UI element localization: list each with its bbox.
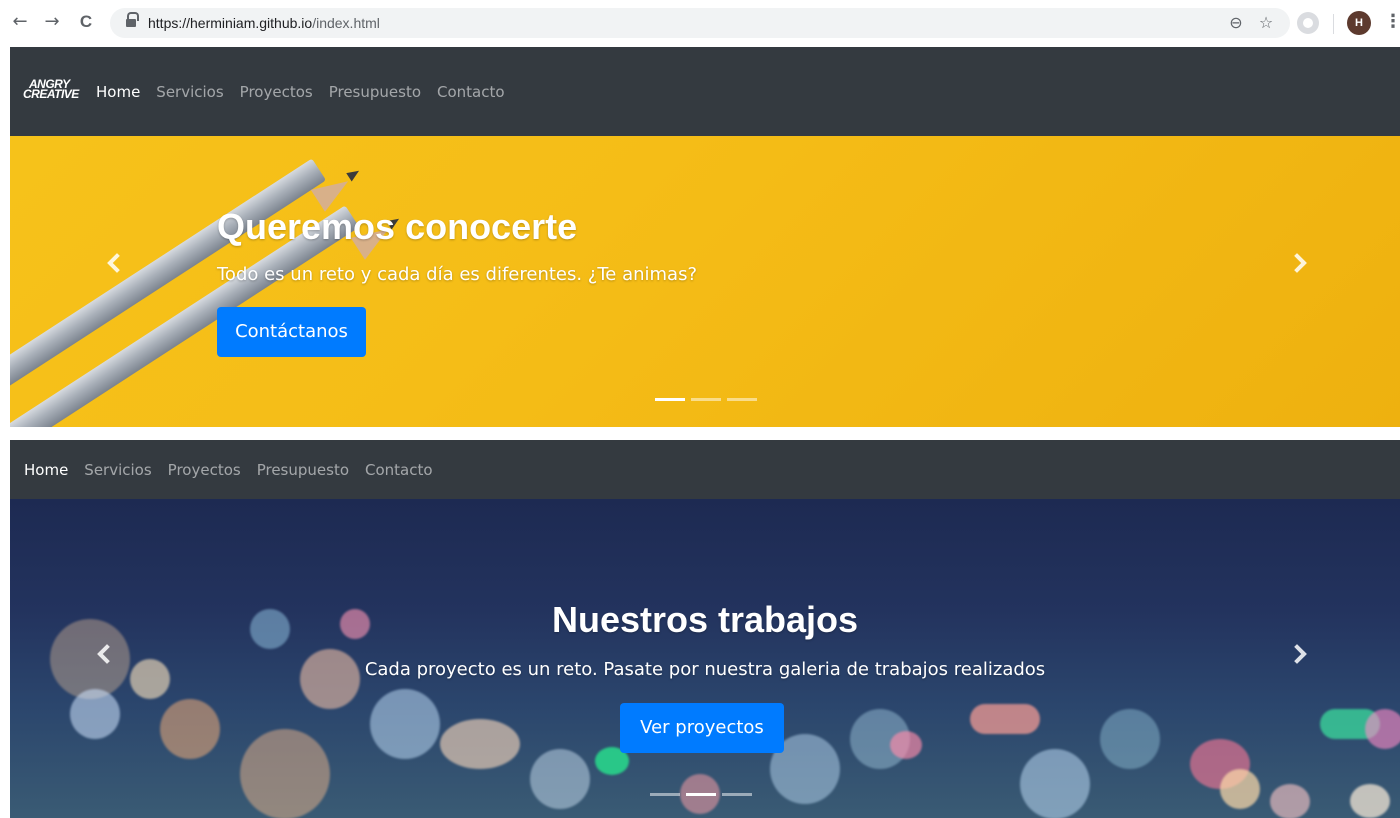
- secondary-navbar: Home Servicios Proyectos Presupuesto Con…: [10, 440, 1400, 499]
- hero-carousel-projects: Nuestros trabajos Cada proyecto es un re…: [10, 499, 1400, 818]
- section-divider: [10, 427, 1400, 440]
- profile-avatar[interactable]: H: [1347, 11, 1371, 35]
- hero-carousel-contact: Queremos conocerte Todo es un reto y cad…: [10, 136, 1400, 427]
- lock-icon: [126, 12, 139, 28]
- nav2-presupuesto[interactable]: Presupuesto: [257, 461, 349, 479]
- reload-icon[interactable]: C: [74, 10, 98, 34]
- address-bar[interactable]: https://herminiam.github.io/index.html ⊖…: [110, 8, 1290, 38]
- carousel-prev-icon[interactable]: [107, 253, 127, 273]
- nav-contacto[interactable]: Contacto: [437, 83, 505, 101]
- carousel-indicators: [655, 398, 757, 401]
- back-arrow-icon[interactable]: ←: [8, 10, 32, 34]
- angry-creative-logo[interactable]: ANGRY CREATIVE: [23, 78, 91, 105]
- nav2-proyectos[interactable]: Proyectos: [168, 461, 241, 479]
- web-page: ANGRY CREATIVE Home Servicios Proyectos …: [10, 47, 1400, 818]
- hero2-subtitle: Cada proyecto es un reto. Pasate por nue…: [364, 659, 1046, 680]
- hero1-subtitle: Todo es un reto y cada día es diferentes…: [217, 264, 698, 285]
- indicator2-1[interactable]: [650, 793, 680, 796]
- nav-proyectos[interactable]: Proyectos: [240, 83, 313, 101]
- toolbar-separator: [1333, 14, 1334, 34]
- nav-home[interactable]: Home: [96, 83, 140, 101]
- indicator2-3[interactable]: [722, 793, 752, 796]
- indicator2-2[interactable]: [686, 793, 716, 796]
- nav-presupuesto[interactable]: Presupuesto: [329, 83, 421, 101]
- url-text[interactable]: https://herminiam.github.io/index.html: [148, 8, 380, 38]
- extension-icon[interactable]: [1297, 12, 1319, 34]
- url-host: https://herminiam.github.io: [148, 15, 313, 31]
- carousel2-indicators: [650, 793, 752, 796]
- forward-arrow-icon[interactable]: →: [40, 10, 64, 34]
- nav2-home[interactable]: Home: [24, 461, 68, 479]
- nav2-contacto[interactable]: Contacto: [365, 461, 433, 479]
- indicator-2[interactable]: [691, 398, 721, 401]
- nav-links-2: Home Servicios Proyectos Presupuesto Con…: [24, 440, 449, 499]
- carousel-next-icon[interactable]: [1287, 253, 1307, 273]
- browser-toolbar: ← → C https://herminiam.github.io/index.…: [0, 0, 1400, 47]
- nav-links: Home Servicios Proyectos Presupuesto Con…: [96, 47, 521, 136]
- star-icon[interactable]: ☆: [1255, 12, 1277, 34]
- hero2-title: Nuestros trabajos: [551, 599, 859, 640]
- nav2-servicios[interactable]: Servicios: [84, 461, 151, 479]
- logo-line2: CREATIVE: [23, 87, 79, 101]
- menu-dots-icon[interactable]: ⋮: [1384, 10, 1400, 34]
- zoom-icon[interactable]: ⊖: [1225, 12, 1247, 34]
- nav-servicios[interactable]: Servicios: [156, 83, 223, 101]
- projects-button[interactable]: Ver proyectos: [620, 703, 784, 753]
- hero1-title: Queremos conocerte: [217, 206, 578, 247]
- indicator-1[interactable]: [655, 398, 685, 401]
- main-navbar: ANGRY CREATIVE Home Servicios Proyectos …: [10, 47, 1400, 136]
- indicator-3[interactable]: [727, 398, 757, 401]
- url-path: /index.html: [312, 15, 380, 31]
- contact-button[interactable]: Contáctanos: [217, 307, 366, 357]
